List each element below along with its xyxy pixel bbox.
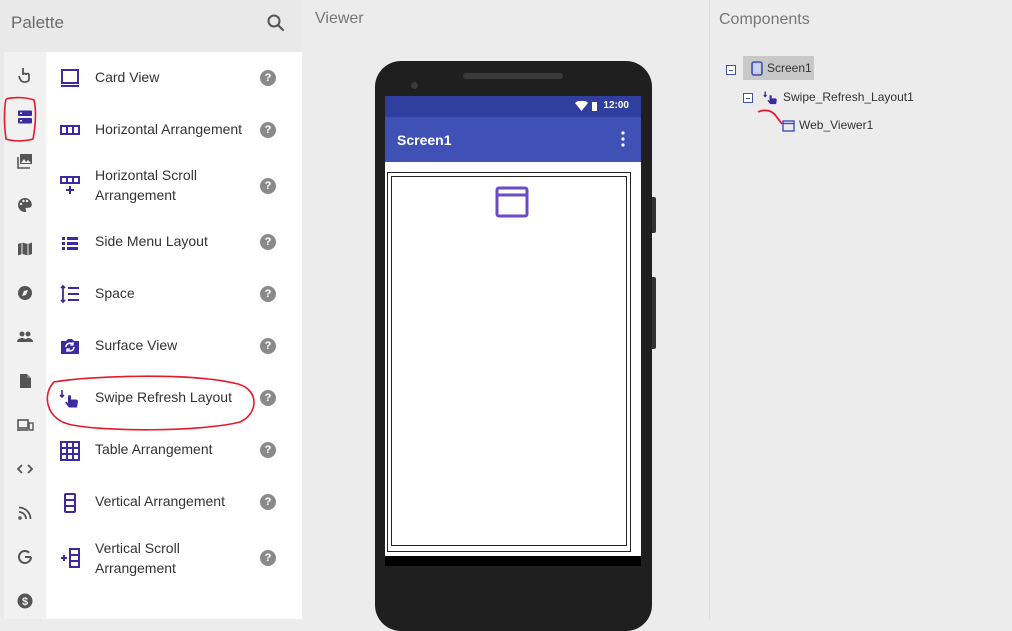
tree-node-label: Swipe_Refresh_Layout1 — [783, 90, 914, 104]
category-social[interactable] — [4, 321, 46, 357]
map-icon — [16, 240, 34, 263]
help-icon[interactable]: ? — [260, 442, 276, 458]
palette-panel: Palette $ Card View ? Horizontal Arrange… — [0, 0, 302, 619]
help-icon[interactable]: ? — [260, 494, 276, 510]
category-google[interactable] — [4, 541, 46, 577]
compass-icon — [16, 284, 34, 307]
category-user-interface[interactable] — [4, 58, 46, 94]
phone-icon — [751, 61, 763, 76]
panel-divider — [709, 0, 710, 619]
phone-camera — [411, 82, 418, 89]
palette-item-label: Table Arrangement — [95, 441, 213, 457]
help-icon[interactable]: ? — [260, 390, 276, 406]
vertical-arrangement-icon — [59, 492, 81, 514]
phone-side-button — [652, 197, 656, 233]
palette-item-label: Horizontal Scroll Arrangement — [95, 167, 197, 203]
phone-speaker — [463, 73, 563, 79]
palette-header: Palette — [0, 0, 302, 46]
palette-item-label: Surface View — [95, 337, 178, 353]
help-icon[interactable]: ? — [260, 234, 276, 250]
search-icon[interactable] — [266, 13, 286, 33]
google-icon — [16, 548, 34, 571]
palette-item-label: Side Menu Layout — [95, 233, 208, 249]
palette-item-horizontal-scroll-arrangement[interactable]: Horizontal Scroll Arrangement ? — [46, 156, 302, 220]
category-maps[interactable] — [4, 233, 46, 269]
horizontal-arrangement-icon — [59, 119, 81, 141]
people-icon — [16, 328, 34, 351]
phone-mockup: 12:00 Screen1 — [375, 61, 656, 631]
rss-icon — [16, 504, 34, 527]
palette-item-label: Vertical Scroll Arrangement — [95, 540, 180, 576]
annotation-red-ellipse — [46, 375, 255, 431]
swipe-refresh-layout-preview[interactable] — [387, 172, 631, 552]
web-viewer-icon — [495, 186, 529, 218]
viewer-title: Viewer — [315, 10, 364, 27]
palette-item-vertical-arrangement[interactable]: Vertical Arrangement ? — [46, 480, 302, 532]
help-icon[interactable]: ? — [260, 550, 276, 566]
palette-item-surface-view[interactable]: Surface View ? — [46, 324, 302, 376]
annotation-red-stroke — [757, 109, 783, 125]
tree-node-label: Screen1 — [767, 61, 812, 75]
help-icon[interactable]: ? — [260, 338, 276, 354]
web-viewer-preview[interactable] — [391, 176, 627, 546]
code-icon — [16, 460, 34, 483]
table-arrangement-icon — [59, 440, 81, 462]
svg-text:$: $ — [22, 596, 28, 608]
palette-item-table-arrangement[interactable]: Table Arrangement ? — [46, 428, 302, 480]
category-feeds[interactable] — [4, 497, 46, 533]
dollar-icon: $ — [16, 592, 34, 615]
help-icon[interactable]: ? — [260, 286, 276, 302]
space-icon — [59, 283, 81, 305]
card-view-icon — [59, 67, 81, 89]
annotation-red-outline — [3, 96, 37, 142]
status-bar: 12:00 — [385, 96, 641, 117]
palette-icon — [16, 196, 34, 219]
category-media[interactable] — [4, 145, 46, 181]
palette-title: Palette — [11, 13, 64, 32]
tree-node-web-viewer1[interactable]: Web_Viewer1 — [782, 116, 922, 138]
phone-screen: 12:00 Screen1 — [385, 96, 641, 566]
media-icon — [16, 152, 34, 175]
palette-item-vertical-scroll-arrangement[interactable]: Vertical Scroll Arrangement ? — [46, 532, 302, 592]
devices-icon — [16, 416, 34, 439]
palette-item-side-menu-layout[interactable]: Side Menu Layout ? — [46, 220, 302, 272]
status-icons — [575, 101, 597, 111]
swipe-refresh-layout-icon — [763, 91, 777, 105]
category-monetization[interactable]: $ — [4, 585, 46, 621]
category-lego[interactable] — [4, 453, 46, 489]
palette-item-label: Space — [95, 285, 135, 301]
tree-node-screen1[interactable]: Screen1 — [743, 56, 814, 80]
category-drawing-animation[interactable] — [4, 189, 46, 225]
palette-item-label: Card View — [95, 69, 160, 85]
palette-item-space[interactable]: Space ? — [46, 272, 302, 324]
help-icon[interactable]: ? — [260, 178, 276, 194]
navigation-bar — [385, 556, 641, 566]
overflow-menu-icon[interactable] — [621, 131, 625, 147]
components-title: Components — [719, 11, 810, 28]
palette-component-list: Card View ? Horizontal Arrangement ? Hor… — [46, 52, 302, 619]
palette-item-horizontal-arrangement[interactable]: Horizontal Arrangement ? — [46, 104, 302, 156]
touch-icon — [16, 65, 34, 88]
help-icon[interactable]: ? — [260, 122, 276, 138]
palette-item-label: Horizontal Arrangement — [95, 121, 243, 137]
category-sensors[interactable] — [4, 277, 46, 313]
palette-item-card-view[interactable]: Card View ? — [46, 52, 302, 104]
phone-side-button — [652, 277, 656, 349]
collapse-toggle[interactable] — [726, 65, 736, 75]
surface-view-icon — [59, 335, 81, 357]
app-bar: Screen1 — [385, 117, 641, 162]
tree-node-label: Web_Viewer1 — [799, 118, 874, 132]
screen-title: Screen1 — [397, 132, 452, 148]
palette-item-label: Vertical Arrangement — [95, 493, 225, 509]
tree-node-swipe-refresh-layout1[interactable]: Swipe_Refresh_Layout1 — [763, 88, 943, 110]
horizontal-scroll-arrangement-icon — [59, 174, 81, 196]
status-time: 12:00 — [603, 100, 629, 111]
help-icon[interactable]: ? — [260, 70, 276, 86]
document-icon — [16, 372, 34, 395]
collapse-toggle[interactable] — [743, 93, 753, 103]
vertical-scroll-arrangement-icon — [59, 547, 81, 569]
side-menu-layout-icon — [59, 232, 81, 254]
